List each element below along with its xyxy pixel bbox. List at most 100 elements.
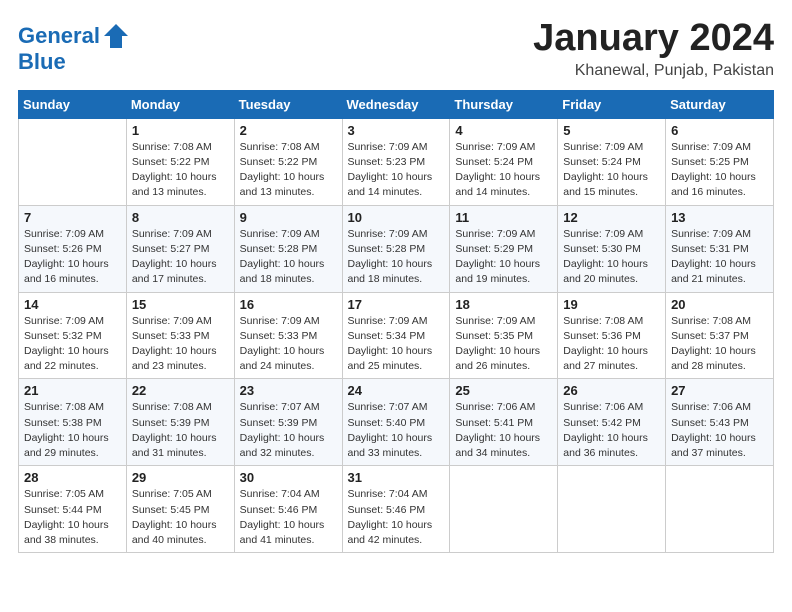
calendar-cell: 20 Sunrise: 7:08 AM Sunset: 5:37 PM Dayli…: [666, 292, 774, 379]
calendar-cell: 4 Sunrise: 7:09 AM Sunset: 5:24 PM Daylig…: [450, 118, 558, 205]
calendar-cell: 9 Sunrise: 7:09 AM Sunset: 5:28 PM Daylig…: [234, 205, 342, 292]
day-header-friday: Friday: [558, 90, 666, 118]
calendar-cell: 28Sunrise: 7:05 AM Sunset: 5:44 PM Dayli…: [19, 466, 127, 553]
day-header-wednesday: Wednesday: [342, 90, 450, 118]
day-info: Sunrise: 7:08 AM Sunset: 5:36 PM Dayligh…: [563, 314, 660, 375]
day-number: 17: [348, 297, 445, 312]
day-number: 3: [348, 123, 445, 138]
calendar-cell: [450, 466, 558, 553]
calendar-cell: 29 Sunrise: 7:05 AM Sunset: 5:45 PM Dayli…: [126, 466, 234, 553]
day-info: Sunrise: 7:08 AM Sunset: 5:37 PM Dayligh…: [671, 314, 768, 375]
calendar-cell: 31Sunrise: 7:04 AM Sunset: 5:46 PM Dayli…: [342, 466, 450, 553]
calendar-cell: 27 Sunrise: 7:06 AM Sunset: 5:43 PM Dayli…: [666, 379, 774, 466]
day-number: 26: [563, 383, 660, 398]
calendar-cell: 10Sunrise: 7:09 AM Sunset: 5:28 PM Dayli…: [342, 205, 450, 292]
day-number: 16: [240, 297, 337, 312]
calendar-cell: 18 Sunrise: 7:09 AM Sunset: 5:35 PM Dayli…: [450, 292, 558, 379]
day-number: 15: [132, 297, 229, 312]
day-info: Sunrise: 7:08 AM Sunset: 5:22 PM Dayligh…: [240, 140, 337, 201]
day-number: 12: [563, 210, 660, 225]
location: Khanewal, Punjab, Pakistan: [533, 62, 774, 80]
calendar-week-4: 21 Sunrise: 7:08 AM Sunset: 5:38 PM Dayli…: [19, 379, 774, 466]
day-number: 14: [24, 297, 121, 312]
day-info: Sunrise: 7:09 AM Sunset: 5:32 PM Dayligh…: [24, 314, 121, 375]
day-number: 23: [240, 383, 337, 398]
day-info: Sunrise: 7:08 AM Sunset: 5:39 PM Dayligh…: [132, 400, 229, 461]
calendar-cell: 19 Sunrise: 7:08 AM Sunset: 5:36 PM Dayli…: [558, 292, 666, 379]
day-header-tuesday: Tuesday: [234, 90, 342, 118]
calendar: SundayMondayTuesdayWednesdayThursdayFrid…: [18, 90, 774, 553]
calendar-cell: 17 Sunrise: 7:09 AM Sunset: 5:34 PM Dayli…: [342, 292, 450, 379]
day-number: 20: [671, 297, 768, 312]
day-info: Sunrise: 7:09 AM Sunset: 5:27 PM Dayligh…: [132, 227, 229, 288]
day-info: Sunrise: 7:09 AM Sunset: 5:31 PM Dayligh…: [671, 227, 768, 288]
day-info: Sunrise: 7:09 AM Sunset: 5:35 PM Dayligh…: [455, 314, 552, 375]
calendar-header-row: SundayMondayTuesdayWednesdayThursdayFrid…: [19, 90, 774, 118]
calendar-week-3: 14 Sunrise: 7:09 AM Sunset: 5:32 PM Dayli…: [19, 292, 774, 379]
month-title: January 2024: [533, 18, 774, 60]
calendar-week-2: 7Sunrise: 7:09 AM Sunset: 5:26 PM Daylig…: [19, 205, 774, 292]
day-header-saturday: Saturday: [666, 90, 774, 118]
day-number: 10: [348, 210, 445, 225]
calendar-cell: 13Sunrise: 7:09 AM Sunset: 5:31 PM Dayli…: [666, 205, 774, 292]
day-number: 19: [563, 297, 660, 312]
day-info: Sunrise: 7:09 AM Sunset: 5:26 PM Dayligh…: [24, 227, 121, 288]
calendar-cell: 21 Sunrise: 7:08 AM Sunset: 5:38 PM Dayli…: [19, 379, 127, 466]
day-info: Sunrise: 7:09 AM Sunset: 5:33 PM Dayligh…: [132, 314, 229, 375]
calendar-cell: 7Sunrise: 7:09 AM Sunset: 5:26 PM Daylig…: [19, 205, 127, 292]
calendar-cell: [558, 466, 666, 553]
day-info: Sunrise: 7:09 AM Sunset: 5:34 PM Dayligh…: [348, 314, 445, 375]
day-number: 27: [671, 383, 768, 398]
calendar-cell: 2 Sunrise: 7:08 AM Sunset: 5:22 PM Daylig…: [234, 118, 342, 205]
day-info: Sunrise: 7:09 AM Sunset: 5:24 PM Dayligh…: [563, 140, 660, 201]
day-info: Sunrise: 7:09 AM Sunset: 5:30 PM Dayligh…: [563, 227, 660, 288]
calendar-cell: 1 Sunrise: 7:08 AM Sunset: 5:22 PM Daylig…: [126, 118, 234, 205]
day-info: Sunrise: 7:09 AM Sunset: 5:23 PM Dayligh…: [348, 140, 445, 201]
logo: General Blue: [18, 22, 130, 74]
logo-icon: [102, 22, 130, 50]
day-number: 29: [132, 470, 229, 485]
day-number: 18: [455, 297, 552, 312]
calendar-cell: 16 Sunrise: 7:09 AM Sunset: 5:33 PM Dayli…: [234, 292, 342, 379]
day-info: Sunrise: 7:09 AM Sunset: 5:29 PM Dayligh…: [455, 227, 552, 288]
day-info: Sunrise: 7:07 AM Sunset: 5:39 PM Dayligh…: [240, 400, 337, 461]
day-info: Sunrise: 7:04 AM Sunset: 5:46 PM Dayligh…: [348, 487, 445, 548]
page: General Blue January 2024 Khanewal, Punj…: [0, 0, 792, 563]
calendar-cell: 23 Sunrise: 7:07 AM Sunset: 5:39 PM Dayli…: [234, 379, 342, 466]
day-info: Sunrise: 7:06 AM Sunset: 5:42 PM Dayligh…: [563, 400, 660, 461]
day-info: Sunrise: 7:09 AM Sunset: 5:24 PM Dayligh…: [455, 140, 552, 201]
day-number: 1: [132, 123, 229, 138]
calendar-cell: [19, 118, 127, 205]
header: General Blue January 2024 Khanewal, Punj…: [18, 18, 774, 80]
day-number: 5: [563, 123, 660, 138]
calendar-cell: [666, 466, 774, 553]
day-number: 9: [240, 210, 337, 225]
day-header-monday: Monday: [126, 90, 234, 118]
calendar-cell: 24 Sunrise: 7:07 AM Sunset: 5:40 PM Dayli…: [342, 379, 450, 466]
day-info: Sunrise: 7:08 AM Sunset: 5:38 PM Dayligh…: [24, 400, 121, 461]
calendar-cell: 15 Sunrise: 7:09 AM Sunset: 5:33 PM Dayli…: [126, 292, 234, 379]
day-number: 24: [348, 383, 445, 398]
day-info: Sunrise: 7:06 AM Sunset: 5:43 PM Dayligh…: [671, 400, 768, 461]
calendar-cell: 8Sunrise: 7:09 AM Sunset: 5:27 PM Daylig…: [126, 205, 234, 292]
calendar-cell: 26 Sunrise: 7:06 AM Sunset: 5:42 PM Dayli…: [558, 379, 666, 466]
day-info: Sunrise: 7:08 AM Sunset: 5:22 PM Dayligh…: [132, 140, 229, 201]
day-number: 4: [455, 123, 552, 138]
day-info: Sunrise: 7:09 AM Sunset: 5:33 PM Dayligh…: [240, 314, 337, 375]
day-info: Sunrise: 7:09 AM Sunset: 5:28 PM Dayligh…: [240, 227, 337, 288]
day-number: 11: [455, 210, 552, 225]
calendar-cell: 30Sunrise: 7:04 AM Sunset: 5:46 PM Dayli…: [234, 466, 342, 553]
calendar-cell: 25 Sunrise: 7:06 AM Sunset: 5:41 PM Dayli…: [450, 379, 558, 466]
day-number: 22: [132, 383, 229, 398]
day-info: Sunrise: 7:06 AM Sunset: 5:41 PM Dayligh…: [455, 400, 552, 461]
day-number: 21: [24, 383, 121, 398]
day-header-sunday: Sunday: [19, 90, 127, 118]
day-number: 25: [455, 383, 552, 398]
calendar-cell: 12 Sunrise: 7:09 AM Sunset: 5:30 PM Dayli…: [558, 205, 666, 292]
day-number: 2: [240, 123, 337, 138]
day-info: Sunrise: 7:07 AM Sunset: 5:40 PM Dayligh…: [348, 400, 445, 461]
day-info: Sunrise: 7:05 AM Sunset: 5:45 PM Dayligh…: [132, 487, 229, 548]
day-number: 28: [24, 470, 121, 485]
calendar-cell: 11 Sunrise: 7:09 AM Sunset: 5:29 PM Dayli…: [450, 205, 558, 292]
calendar-cell: 3 Sunrise: 7:09 AM Sunset: 5:23 PM Daylig…: [342, 118, 450, 205]
